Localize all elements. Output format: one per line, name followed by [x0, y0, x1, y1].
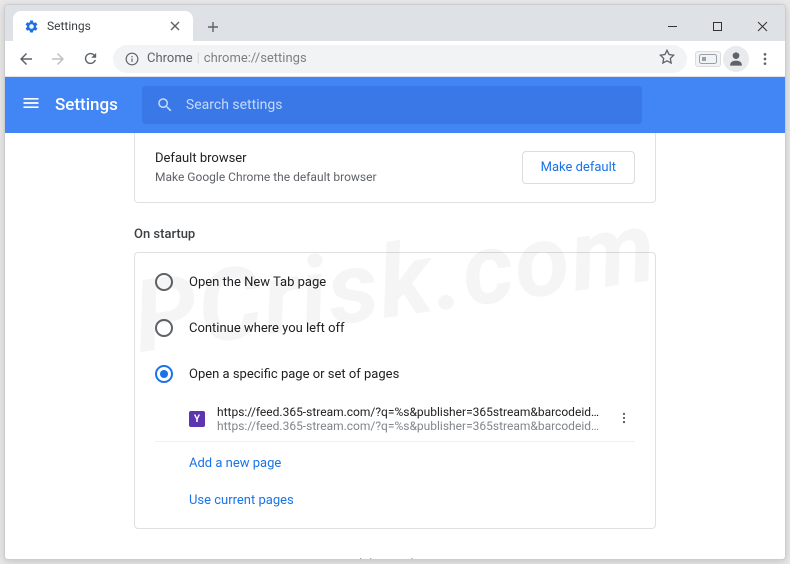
- settings-title: Settings: [55, 95, 118, 115]
- default-browser-subtitle: Make Google Chrome the default browser: [155, 170, 377, 184]
- settings-header: Settings: [5, 77, 785, 133]
- advanced-toggle[interactable]: Advanced: [5, 529, 785, 559]
- info-icon: [125, 52, 139, 66]
- chrome-menu-icon[interactable]: [751, 45, 779, 73]
- radio-continue[interactable]: Continue where you left off: [155, 305, 635, 351]
- close-window-button[interactable]: [740, 11, 785, 41]
- page-more-menu-icon[interactable]: [613, 410, 635, 429]
- yahoo-favicon-icon: Y: [189, 411, 205, 427]
- minimize-button[interactable]: [650, 11, 695, 41]
- make-default-button[interactable]: Make default: [522, 151, 635, 184]
- settings-content[interactable]: Default browser Make Google Chrome the d…: [5, 133, 785, 559]
- browser-tab[interactable]: Settings: [13, 11, 193, 41]
- hamburger-menu-icon[interactable]: [21, 93, 41, 117]
- address-bar[interactable]: Chrome | chrome://settings: [113, 45, 687, 73]
- use-current-pages-link[interactable]: Use current pages: [155, 485, 635, 522]
- browser-toolbar: Chrome | chrome://settings: [5, 41, 785, 77]
- radio-new-tab[interactable]: Open the New Tab page: [155, 259, 635, 305]
- maximize-button[interactable]: [695, 11, 740, 41]
- radio-checked-icon: [155, 365, 173, 383]
- close-icon[interactable]: [167, 18, 183, 34]
- on-startup-card: Open the New Tab page Continue where you…: [134, 252, 656, 529]
- browser-titlebar: Settings: [5, 5, 785, 41]
- startup-page-entry: Y https://feed.365-stream.com/?q=%s&publ…: [155, 397, 635, 442]
- default-browser-card: Default browser Make Google Chrome the d…: [134, 133, 656, 203]
- startup-page-url-secondary: https://feed.365-stream.com/?q=%s&publis…: [217, 419, 601, 433]
- settings-gear-icon: [23, 18, 39, 34]
- reload-button[interactable]: [75, 44, 105, 74]
- search-icon: [156, 96, 174, 114]
- radio-specific-page[interactable]: Open a specific page or set of pages: [155, 351, 635, 397]
- new-tab-button[interactable]: [199, 13, 227, 41]
- default-browser-title: Default browser: [155, 151, 377, 166]
- search-settings-box[interactable]: [142, 86, 642, 124]
- bookmark-star-icon[interactable]: [659, 49, 675, 69]
- radio-icon: [155, 273, 173, 291]
- back-button[interactable]: [11, 44, 41, 74]
- radio-icon: [155, 319, 173, 337]
- tab-title: Settings: [47, 19, 167, 33]
- forward-button[interactable]: [43, 44, 73, 74]
- on-startup-label: On startup: [134, 227, 656, 242]
- add-new-page-link[interactable]: Add a new page: [155, 442, 635, 485]
- extension-badge[interactable]: [695, 51, 721, 67]
- startup-page-url: https://feed.365-stream.com/?q=%s&publis…: [217, 405, 601, 419]
- profile-avatar-icon[interactable]: [723, 46, 749, 72]
- search-settings-input[interactable]: [186, 97, 628, 113]
